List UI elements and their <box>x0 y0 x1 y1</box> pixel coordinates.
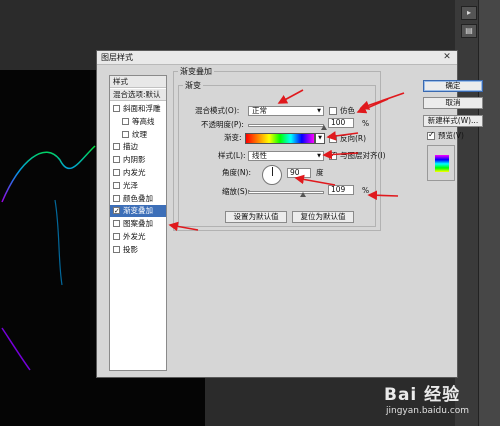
style-list-item[interactable]: 内阴影 <box>110 154 166 166</box>
dither-label: 仿色 <box>340 106 355 115</box>
style-item-checkbox[interactable] <box>113 194 120 202</box>
style-item-checkbox[interactable] <box>113 169 120 176</box>
panel-button[interactable]: ▸ <box>461 6 477 20</box>
gradient-inner-title: 渐变 <box>183 81 203 90</box>
blend-mode-select[interactable]: 正常 ▼ <box>248 106 324 116</box>
reverse-label: 反向(R) <box>340 134 367 143</box>
style-item-label: 内阴影 <box>123 155 146 165</box>
style-item-label: 描边 <box>123 142 138 152</box>
style-item-checkbox[interactable] <box>113 233 120 240</box>
baidu-watermark: Bai 经验 jingyan.baidu.com <box>384 376 494 424</box>
cancel-button[interactable]: 取消 <box>423 97 483 109</box>
align-with-layer-label: 与图层对齐(I) <box>340 151 386 160</box>
style-list-item[interactable]: 光泽 <box>110 180 166 192</box>
style-list-item[interactable]: 外发光 <box>110 231 166 243</box>
panel-button[interactable]: ▤ <box>461 24 477 38</box>
ok-button[interactable]: 确定 <box>423 80 483 92</box>
style-list-item[interactable]: 等高线 <box>110 116 166 128</box>
preview-checkbox[interactable] <box>427 130 435 140</box>
style-list-item[interactable]: 纹理 <box>110 129 166 141</box>
gradient-dropdown-button[interactable]: ▼ <box>315 133 325 144</box>
chevron-down-icon: ▼ <box>318 135 322 141</box>
layer-style-dialog: 图层样式 ✕ 样式 混合选项:默认 斜面和浮雕等高线纹理描边内阴影内发光光泽颜色… <box>96 50 483 378</box>
reset-default-button[interactable]: 复位为默认值 <box>292 211 354 223</box>
gradient-picker[interactable] <box>245 133 315 144</box>
close-icon[interactable]: ✕ <box>441 52 453 63</box>
opacity-input[interactable]: 100 <box>328 118 354 128</box>
style-item-checkbox[interactable] <box>113 143 120 151</box>
style-item-label: 颜色叠加 <box>123 193 153 203</box>
new-style-button[interactable]: 新建样式(W)... <box>423 115 483 127</box>
style-list-item[interactable]: 图案叠加 <box>110 218 166 230</box>
scale-input[interactable]: 109 <box>328 185 354 195</box>
style-item-label: 外发光 <box>123 232 146 241</box>
style-list-item[interactable]: 投影 <box>110 244 166 256</box>
style-item-checkbox[interactable] <box>113 105 120 112</box>
style-item-checkbox[interactable] <box>113 220 120 228</box>
chevron-down-icon: ▼ <box>317 108 321 114</box>
style-item-label: 渐变叠加 <box>123 206 153 216</box>
style-list-item[interactable]: 斜面和浮雕 <box>110 103 166 115</box>
dither-checkbox[interactable] <box>329 107 337 115</box>
angle-unit: 度 <box>316 168 324 177</box>
style-list-item[interactable]: 内发光 <box>110 167 166 179</box>
style-select[interactable]: 线性 ▼ <box>248 151 324 161</box>
style-item-checkbox[interactable] <box>122 130 129 138</box>
blend-mode-label: 混合模式(O): <box>195 106 240 115</box>
opacity-slider-thumb[interactable] <box>321 125 327 130</box>
set-default-button[interactable]: 设置为默认值 <box>225 211 287 223</box>
style-item-label: 纹理 <box>132 129 147 139</box>
scale-label: 缩放(S): <box>222 187 251 196</box>
style-list-header[interactable]: 样式 <box>110 76 166 88</box>
style-item-label: 等高线 <box>132 116 155 126</box>
watermark-url: jingyan.baidu.com <box>386 406 470 416</box>
scale-slider-thumb[interactable] <box>300 192 307 197</box>
watermark-logo: Bai 经验 <box>384 385 461 405</box>
style-list: 样式 混合选项:默认 斜面和浮雕等高线纹理描边内阴影内发光光泽颜色叠加渐变叠加图… <box>109 75 167 371</box>
reverse-checkbox[interactable] <box>329 135 337 143</box>
dialog-title: 图层样式 ✕ <box>97 51 457 65</box>
style-item-label: 内发光 <box>123 168 146 177</box>
style-value: 线性 <box>252 151 267 160</box>
angle-label: 角度(N): <box>222 168 251 177</box>
style-item-label: 投影 <box>123 244 138 254</box>
style-list-item[interactable]: 颜色叠加 <box>110 193 166 205</box>
angle-indicator <box>272 167 273 176</box>
style-label: 样式(L): <box>218 151 246 160</box>
style-item-label: 图案叠加 <box>123 219 153 229</box>
blend-mode-value: 正常 <box>252 106 267 115</box>
align-with-layer-checkbox[interactable] <box>329 150 337 160</box>
style-item-checkbox[interactable] <box>122 117 129 125</box>
opacity-unit: % <box>362 119 370 128</box>
opacity-label: 不透明度(P): <box>201 120 244 129</box>
style-item-label: 斜面和浮雕 <box>123 104 161 113</box>
chevron-down-icon: ▼ <box>317 153 321 159</box>
preview-swatch <box>435 155 449 172</box>
opacity-slider[interactable] <box>248 124 324 127</box>
style-preview <box>427 145 455 181</box>
style-item-checkbox[interactable] <box>113 205 120 217</box>
gradient-label: 渐变: <box>224 133 242 142</box>
gradient-overlay-title: 渐变叠加 <box>178 67 214 76</box>
dialog-title-text: 图层样式 <box>101 53 133 62</box>
scale-slider[interactable] <box>248 191 324 194</box>
angle-dial[interactable] <box>262 165 282 185</box>
style-item-checkbox[interactable] <box>113 245 120 253</box>
style-item-checkbox[interactable] <box>113 156 120 164</box>
scale-unit: % <box>362 186 370 195</box>
style-list-item[interactable]: 描边 <box>110 141 166 153</box>
style-item-checkbox[interactable] <box>113 181 120 189</box>
angle-input[interactable]: 90 <box>287 168 311 178</box>
style-list-item[interactable]: 渐变叠加 <box>110 205 166 218</box>
right-strip <box>478 0 500 426</box>
blend-options-item[interactable]: 混合选项:默认 <box>110 89 166 101</box>
preview-label: 预览(V) <box>438 131 464 140</box>
style-item-label: 光泽 <box>123 180 138 190</box>
